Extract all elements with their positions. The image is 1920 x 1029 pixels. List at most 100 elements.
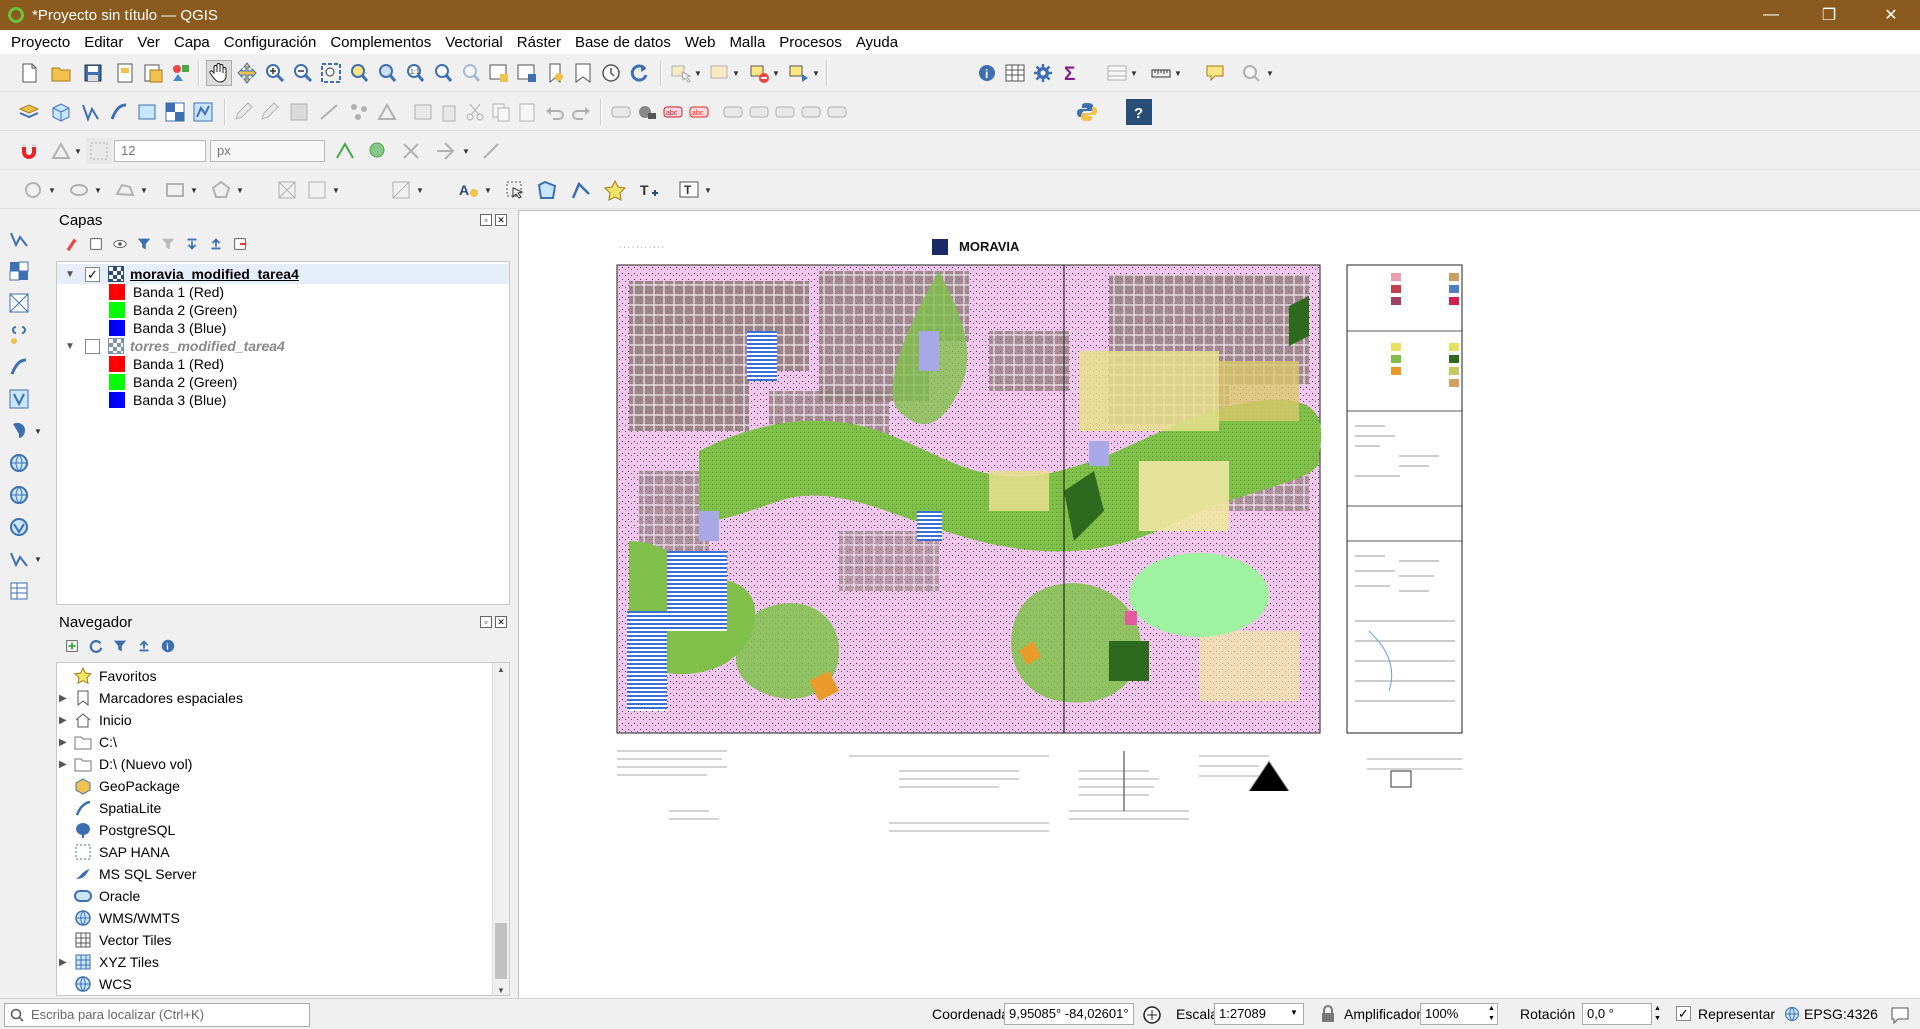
delete-selected-icon[interactable] [436, 99, 462, 125]
add-mesh-icon[interactable] [6, 290, 32, 316]
select-features-icon[interactable] [668, 60, 694, 86]
layer-row-torres[interactable]: ▼ torres_modified_tarea4 [57, 336, 509, 356]
expand-arrow-icon[interactable]: ▶ [59, 693, 73, 704]
snapping-tolerance-spinbox[interactable]: 12 [114, 140, 206, 162]
add-selected-layers-icon[interactable] [62, 636, 82, 656]
digitize-icon[interactable] [316, 99, 342, 125]
add-raster-layer-icon[interactable] [162, 99, 188, 125]
select-location-dropdown[interactable]: ▼ [812, 60, 820, 86]
rotation-spin-arrows[interactable]: ▲ ▼ [1654, 1004, 1661, 1024]
expand-arrow-icon[interactable]: ▶ [59, 759, 73, 770]
measure-line-icon[interactable] [1148, 60, 1174, 86]
add-wfs-icon[interactable] [6, 482, 32, 508]
locate-icon[interactable] [1238, 60, 1264, 86]
expand-arrow-icon[interactable]: ▶ [59, 957, 73, 968]
zoom-to-selection-icon[interactable] [346, 60, 372, 86]
snapping-unit-select[interactable]: px [210, 140, 325, 162]
expand-arrow-icon[interactable]: ▶ [59, 715, 73, 726]
shape-circle-dropdown[interactable]: ▼ [48, 177, 56, 203]
add-point-icon[interactable] [346, 99, 372, 125]
menu-ayuda[interactable]: Ayuda [849, 34, 905, 51]
snapping-on-intersection-icon[interactable] [364, 138, 390, 164]
browser-item-vector-tiles[interactable]: Vector Tiles [73, 929, 171, 951]
mesh-force-icon[interactable] [388, 177, 414, 203]
zoom-to-layer-icon[interactable] [374, 60, 400, 86]
shape-regular-polygon-icon[interactable] [208, 177, 234, 203]
label-pin-icon[interactable]: abc [660, 99, 686, 125]
undo-icon[interactable] [542, 99, 568, 125]
menu-proyecto[interactable]: Proyecto [4, 34, 77, 51]
crs-label[interactable]: EPSG:4326 [1804, 1006, 1878, 1022]
zoom-in-icon[interactable] [262, 60, 288, 86]
browser-item-oracle[interactable]: Oracle [73, 885, 140, 907]
new-shapefile-layer-icon[interactable] [78, 99, 104, 125]
rotation-field[interactable]: 0,0 ° [1582, 1003, 1652, 1025]
add-wcs-icon[interactable] [6, 514, 32, 540]
shape-rectangle-icon[interactable] [162, 177, 188, 203]
browser-item-marcadores[interactable]: ▶ Marcadores espaciales [59, 687, 243, 709]
advanced-digitizing-icon[interactable] [478, 138, 504, 164]
select-by-value-icon[interactable] [706, 60, 732, 86]
refresh-icon[interactable] [626, 60, 652, 86]
help-icon[interactable]: ? [1126, 99, 1152, 125]
new-geopackage-layer-icon[interactable] [48, 99, 74, 125]
move-label-icon[interactable] [720, 99, 746, 125]
new-spatialite-layer-icon[interactable] [106, 99, 132, 125]
new-vector-dropdown[interactable]: ▼ [34, 546, 42, 572]
shape-rectangle-dropdown[interactable]: ▼ [190, 177, 198, 203]
current-edits-icon[interactable] [230, 99, 256, 125]
browser-item-mssql[interactable]: MS SQL Server [73, 863, 197, 885]
locator-search-input[interactable]: Escriba para localizar (Ctrl+K) [4, 1003, 310, 1027]
shape-ellipse-dropdown[interactable]: ▼ [94, 177, 102, 203]
menu-procesos[interactable]: Procesos [772, 34, 849, 51]
filter-expression-icon[interactable] [158, 234, 178, 254]
snapping-type-icon[interactable] [48, 138, 74, 164]
zoom-full-icon[interactable] [318, 60, 344, 86]
text-annotation-icon[interactable]: T [676, 177, 702, 203]
expand-all-icon[interactable] [182, 234, 202, 254]
create-text-annotation-icon[interactable]: T [636, 177, 662, 203]
scroll-thumb[interactable] [495, 923, 507, 979]
label-highlight-icon[interactable]: abc [686, 99, 712, 125]
menu-capa[interactable]: Capa [167, 34, 217, 51]
deselect-all-icon[interactable] [746, 60, 772, 86]
cut-features-icon[interactable] [462, 99, 488, 125]
add-virtual-layer-icon[interactable] [6, 386, 32, 412]
snapping-mode-icon[interactable] [86, 138, 112, 164]
change-label-icon[interactable] [772, 99, 798, 125]
browser-item-spatialite[interactable]: SpatiaLite [73, 797, 161, 819]
map-canvas[interactable]: · · · · · · · · · · · MORAVIA [518, 210, 1920, 998]
minimize-button[interactable]: — [1742, 0, 1800, 30]
menu-web[interactable]: Web [678, 34, 723, 51]
identify-features-icon[interactable]: i [974, 60, 1000, 86]
browser-panel-close-button[interactable]: ✕ [495, 616, 507, 628]
layers-panel-float-button[interactable]: ▫ [480, 214, 492, 226]
mesh-digitize-icon[interactable] [274, 177, 300, 203]
menu-editar[interactable]: Editar [77, 34, 130, 51]
browser-scrollbar[interactable]: ▲ ▼ [492, 663, 509, 995]
shape-ellipse-icon[interactable] [66, 177, 92, 203]
show-bookmarks-icon[interactable] [570, 60, 596, 86]
manage-visibility-icon[interactable] [110, 234, 130, 254]
maximize-button[interactable]: ❐ [1800, 0, 1858, 30]
layer-labeling-icon[interactable] [634, 99, 660, 125]
shape-regular-polygon-dropdown[interactable]: ▼ [236, 177, 244, 203]
add-vector-icon[interactable] [6, 226, 32, 252]
layer-list-icon[interactable] [1104, 60, 1130, 86]
annotation-text-icon[interactable]: A [456, 177, 482, 203]
layout-manager-icon[interactable] [140, 60, 166, 86]
mesh-force-dropdown[interactable]: ▼ [416, 177, 424, 203]
scale-dropdown-arrow[interactable]: ▼ [1290, 1008, 1298, 1017]
magnifier-field[interactable]: 100% [1420, 1003, 1498, 1025]
layer-name[interactable]: moravia_modified_tarea4 [130, 266, 299, 282]
menu-malla[interactable]: Malla [722, 34, 772, 51]
shape-circle-icon[interactable] [20, 177, 46, 203]
browser-item-d-drive[interactable]: ▶ D:\ (Nuevo vol) [59, 753, 192, 775]
tracing-dropdown[interactable]: ▼ [462, 138, 470, 164]
create-polygon-annotation-icon[interactable] [534, 177, 560, 203]
annotation-text-dropdown[interactable]: ▼ [484, 177, 492, 203]
filter-legend-icon[interactable] [134, 234, 154, 254]
vertex-tool-icon[interactable] [374, 99, 400, 125]
browser-panel-float-button[interactable]: ▫ [480, 616, 492, 628]
select-annotation-icon[interactable] [502, 177, 528, 203]
